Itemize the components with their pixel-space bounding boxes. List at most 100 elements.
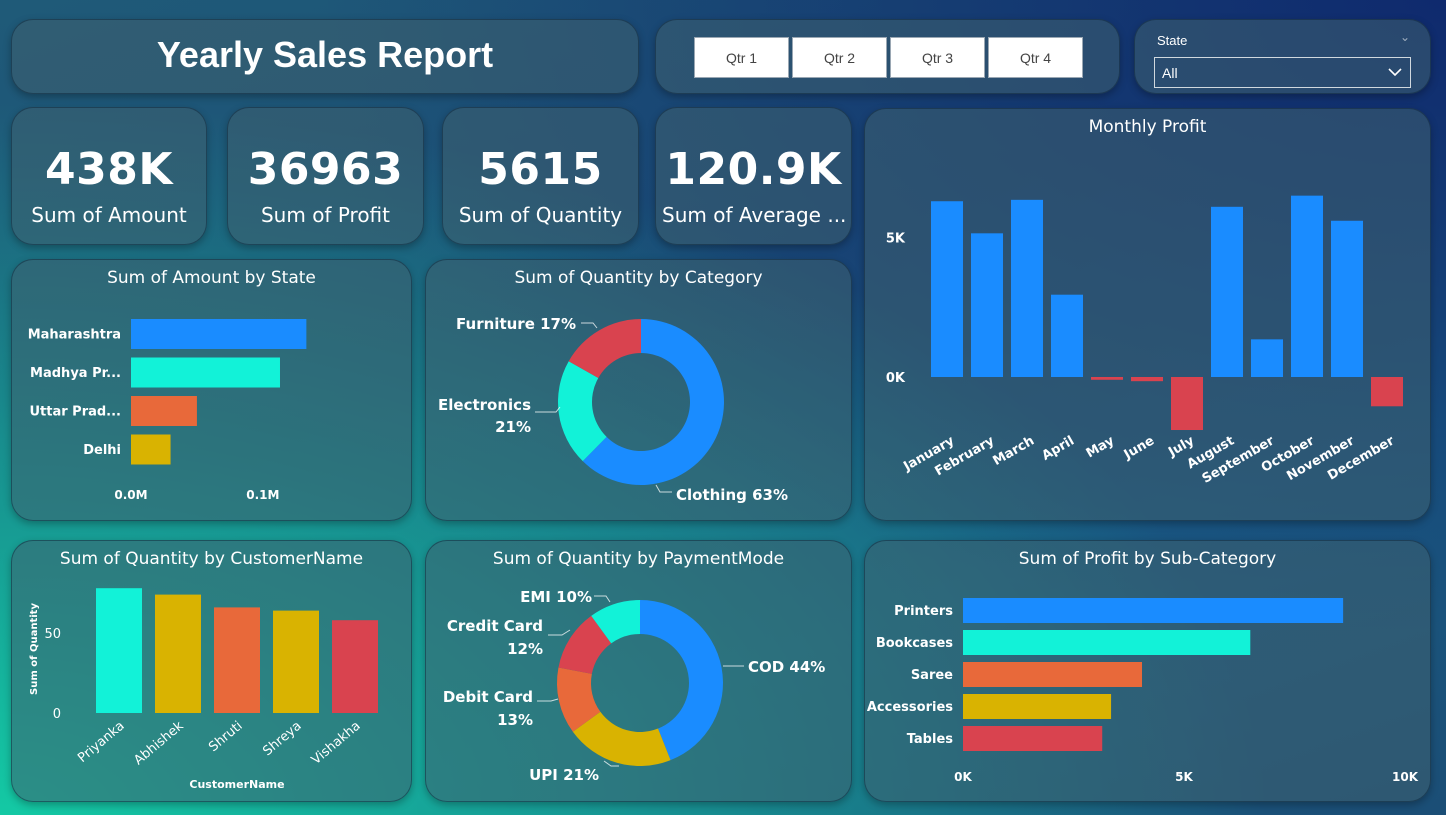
bar bbox=[1011, 199, 1043, 377]
bar bbox=[1131, 377, 1163, 382]
quantity-by-customer-panel: Sum of Quantity by CustomerName 0 50 Priya… bbox=[11, 540, 412, 802]
state-filter-label: State bbox=[1157, 33, 1188, 48]
bar bbox=[931, 201, 963, 377]
category-label: Bookcases bbox=[876, 636, 953, 651]
tick-label: 0K bbox=[954, 770, 972, 784]
category-label: June bbox=[1121, 433, 1157, 463]
kpi-label: Sum of Amount bbox=[31, 203, 187, 227]
kpi-value: 36963 bbox=[247, 144, 404, 195]
tick-label: 5K bbox=[886, 232, 906, 247]
bar bbox=[155, 594, 201, 713]
tick-label: 10K bbox=[1392, 770, 1419, 784]
bar bbox=[1051, 294, 1083, 377]
kpi-label: Sum of Average ... bbox=[662, 203, 845, 227]
kpi-card-profit: 36963 Sum of Profit bbox=[227, 107, 424, 245]
profit-by-subcategory-panel: Sum of Profit by Sub-Category Printers Bo… bbox=[864, 540, 1431, 802]
leader-line bbox=[655, 484, 672, 493]
bar bbox=[1211, 206, 1243, 377]
title-panel: Yearly Sales Report bbox=[11, 19, 639, 94]
bar bbox=[273, 610, 319, 713]
kpi-label: Sum of Profit bbox=[260, 203, 390, 227]
quantity-by-category-panel: Sum of Quantity by Category Clothing 63%… bbox=[425, 259, 852, 521]
kpi-card-average: 120.9K Sum of Average ... bbox=[655, 107, 852, 245]
category-label: Shruti bbox=[206, 719, 245, 755]
x-axis-title: CustomerName bbox=[189, 778, 284, 791]
collapse-chevron-icon[interactable]: ⌄ bbox=[1400, 30, 1410, 44]
category-label: Vishakha bbox=[309, 719, 364, 768]
page-title: Yearly Sales Report bbox=[156, 34, 494, 75]
bar bbox=[1371, 377, 1403, 407]
data-label: Electronics bbox=[438, 396, 531, 414]
bar bbox=[963, 694, 1112, 719]
kpi-card-amount: 438K Sum of Amount bbox=[11, 107, 207, 245]
quantity-by-category-chart: Clothing 63% Electronics 21% Furniture 17% bbox=[438, 315, 788, 504]
tick-label: 5K bbox=[1175, 770, 1193, 784]
bar bbox=[131, 396, 197, 426]
leader-line bbox=[535, 406, 561, 413]
bar bbox=[971, 233, 1003, 377]
category-label: March bbox=[990, 433, 1037, 469]
category-label: Abhishek bbox=[131, 718, 187, 768]
bar bbox=[131, 357, 280, 388]
qtr-2-button[interactable]: Qtr 2 bbox=[792, 37, 887, 78]
category-label: Tables bbox=[907, 732, 954, 747]
bar bbox=[332, 620, 378, 713]
qtr-3-button[interactable]: Qtr 3 bbox=[890, 37, 985, 78]
quarter-slicer: Qtr 1 Qtr 2 Qtr 3 Qtr 4 bbox=[655, 19, 1120, 94]
data-label: Clothing 63% bbox=[676, 486, 788, 504]
bar bbox=[963, 598, 1344, 623]
data-label: COD 44% bbox=[748, 658, 825, 676]
data-label: 21% bbox=[495, 418, 531, 436]
quantity-by-payment-chart: COD 44% UPI 21% Debit Card 13% Credit Card 12… bbox=[443, 588, 826, 784]
category-label: Delhi bbox=[83, 443, 121, 458]
kpi-label: Sum of Quantity bbox=[458, 203, 623, 227]
category-label: April bbox=[1039, 433, 1077, 463]
monthly-profit-chart: 0K5KJanuaryFebruaryMarch April May June July… bbox=[886, 195, 1403, 487]
amount-by-state-chart: Maharashtra Madhya Pr... Uttar Prad... Delh… bbox=[28, 319, 307, 502]
bar bbox=[1251, 339, 1283, 377]
monthly-profit-panel: Monthly Profit 0K 5K January February March A… bbox=[864, 108, 1431, 521]
qtr-4-button[interactable]: Qtr 4 bbox=[988, 37, 1083, 78]
bar bbox=[963, 662, 1143, 687]
data-label: 13% bbox=[497, 711, 533, 729]
leader-line bbox=[581, 322, 598, 329]
data-label: UPI 21% bbox=[529, 766, 599, 784]
quantity-by-payment-panel: Sum of Quantity by PaymentMode COD 44% UP… bbox=[425, 540, 852, 802]
bar bbox=[1091, 377, 1123, 380]
category-label: Printers bbox=[894, 604, 953, 619]
bar bbox=[1171, 377, 1203, 431]
category-label: Madhya Pr... bbox=[30, 366, 121, 381]
y-axis-title: Sum of Quantity bbox=[29, 603, 40, 695]
state-dropdown-value: All bbox=[1162, 65, 1178, 81]
category-label: May bbox=[1084, 433, 1118, 461]
kpi-value: 438K bbox=[45, 144, 173, 195]
state-dropdown[interactable]: All bbox=[1154, 57, 1411, 88]
category-label: Accessories bbox=[867, 700, 953, 715]
chevron-down-icon bbox=[1386, 61, 1404, 86]
state-filter: State ⌄ All bbox=[1134, 19, 1431, 94]
category-label: Shreya bbox=[260, 719, 304, 760]
leader-line bbox=[537, 698, 559, 702]
category-label: Maharashtra bbox=[28, 328, 121, 343]
bar bbox=[131, 434, 171, 465]
qtr-1-button[interactable]: Qtr 1 bbox=[694, 37, 789, 78]
tick-label: 0K bbox=[886, 371, 906, 386]
bar bbox=[1291, 195, 1323, 377]
data-label: 12% bbox=[507, 640, 543, 658]
bar bbox=[1331, 220, 1363, 377]
data-label: Debit Card bbox=[443, 688, 533, 706]
bar bbox=[214, 607, 260, 713]
tick-label: 50 bbox=[44, 627, 61, 642]
category-label: Saree bbox=[911, 668, 953, 683]
kpi-card-quantity: 5615 Sum of Quantity bbox=[442, 107, 639, 245]
data-label: Credit Card bbox=[447, 617, 543, 635]
category-label: Uttar Prad... bbox=[29, 405, 121, 420]
bar bbox=[963, 630, 1251, 655]
bar bbox=[96, 588, 142, 713]
tick-label: 0.1M bbox=[246, 488, 279, 502]
data-label: Furniture 17% bbox=[456, 315, 576, 333]
amount-by-state-panel: Sum of Amount by State Maharashtra Madhya… bbox=[11, 259, 412, 521]
kpi-value: 120.9K bbox=[665, 144, 842, 195]
tick-label: 0.0M bbox=[114, 488, 147, 502]
tick-label: 0 bbox=[53, 707, 61, 722]
